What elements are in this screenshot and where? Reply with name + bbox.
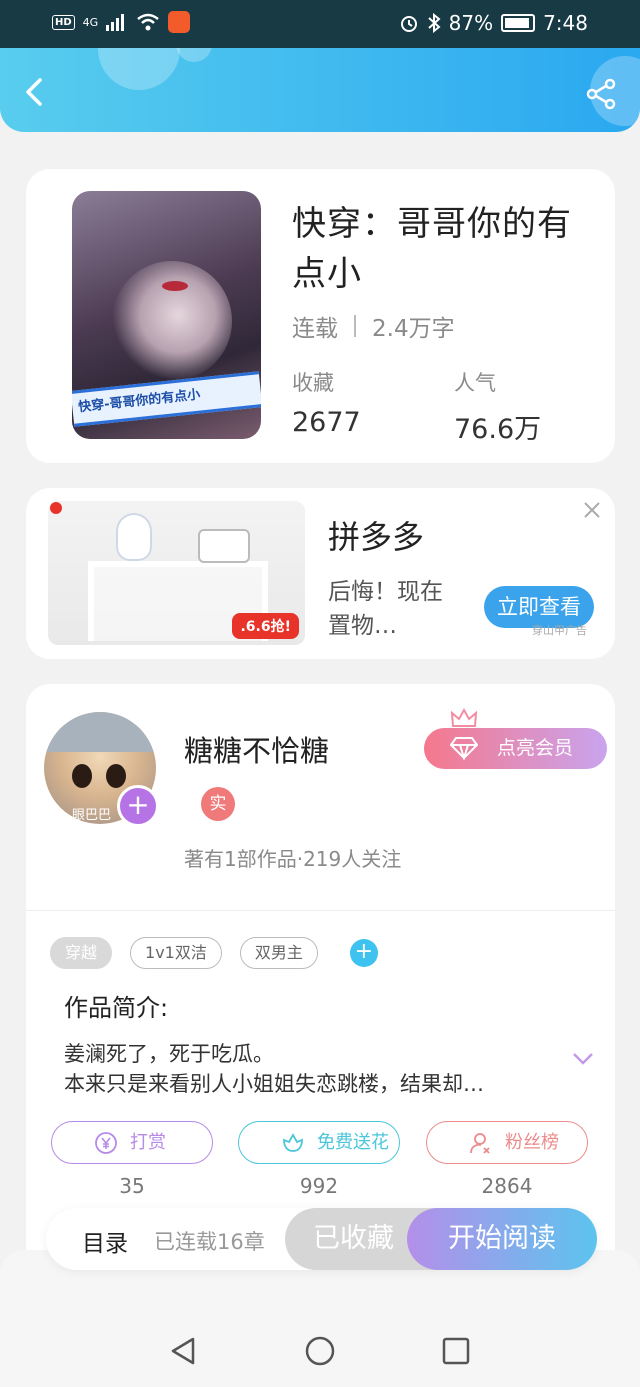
intro-line: 本来只是来看别人小姐姐失恋跳楼，结果却… — [64, 1072, 484, 1096]
start-reading-button[interactable]: 开始阅读 — [407, 1208, 597, 1270]
decor-bubble — [98, 48, 180, 90]
book-status: 连载 — [292, 316, 338, 342]
fans-user-icon — [470, 1133, 490, 1154]
clock: 7:48 — [543, 11, 588, 35]
book-info-card: 快穿-哥哥你的有点小 快穿：哥哥你的有点小 连载 2.4万字 收藏 人气 267… — [26, 169, 615, 463]
avatar-caption: 眼巴巴 — [72, 808, 112, 823]
stat-label-popularity: 人气 — [454, 371, 496, 395]
fan-ranking-label: 粉丝榜 — [505, 1132, 559, 1153]
alarm-icon — [400, 16, 417, 32]
intro-title: 作品简介: — [64, 994, 169, 1022]
book-word-count: 2.4万字 — [372, 316, 455, 342]
book-meta: 连载 2.4万字 — [292, 309, 455, 343]
app-icon — [168, 11, 191, 33]
cover-art — [112, 261, 232, 381]
stat-value-popularity: 76.6万 — [454, 414, 542, 445]
decor-bubble — [176, 48, 212, 62]
intro-text[interactable]: 姜澜死了，死于吃瓜。 本来只是来看别人小姐姐失恋跳楼，结果却… — [64, 1039, 559, 1099]
battery-percent: 87% — [448, 11, 494, 35]
home-circle-icon[interactable] — [305, 1336, 335, 1366]
divider — [26, 910, 615, 911]
yen-coin-icon — [95, 1132, 117, 1154]
reward-count: 35 — [119, 1174, 145, 1198]
recents-square-icon[interactable] — [441, 1336, 471, 1366]
ad-image-clock — [198, 529, 250, 563]
ad-card[interactable]: .6.6抢! 拼多多 后悔！现在置物… 立即查看 穿山甲广告 — [26, 488, 615, 659]
back-triangle-icon[interactable] — [168, 1336, 198, 1366]
ad-source-label: 穿山甲广告 — [532, 624, 587, 637]
send-flower-label: 免费送花 — [317, 1132, 389, 1153]
meta-divider — [354, 315, 356, 337]
wifi-icon — [137, 13, 159, 31]
signal-icon — [106, 14, 125, 31]
chevron-down-icon[interactable] — [572, 1052, 594, 1066]
catalog-button[interactable]: 目录 — [82, 1224, 128, 1258]
avatar-hat — [44, 712, 156, 752]
ad-description: 后悔！现在置物… — [328, 579, 443, 639]
verified-badge: 实 — [201, 787, 235, 821]
flower-icon — [283, 1133, 303, 1152]
status-bar: HD 4G 87% 7:48 — [0, 0, 640, 48]
top-header — [0, 48, 640, 132]
avatar-eye — [72, 764, 92, 788]
author-name[interactable]: 糖糖不恰糖 — [184, 728, 329, 770]
network-type: 4G — [82, 15, 99, 29]
diamond-icon — [450, 737, 478, 760]
share-icon[interactable] — [586, 78, 618, 110]
hd-badge: HD — [52, 14, 75, 30]
ad-image-toy — [116, 513, 152, 561]
add-tag-button[interactable]: + — [349, 939, 378, 967]
avatar-eye — [106, 764, 126, 788]
reward-label: 打赏 — [130, 1132, 166, 1153]
stat-value-favorites: 2677 — [292, 407, 361, 438]
crown-icon — [450, 708, 478, 727]
author-stats: 著有1部作品·219人关注 — [184, 847, 402, 871]
tag-chip[interactable]: 穿越 — [50, 937, 113, 969]
follow-plus-button[interactable]: + — [117, 785, 159, 827]
chevron-left-icon[interactable] — [18, 74, 54, 110]
reward-button[interactable]: 打赏 — [51, 1121, 213, 1164]
intro-line: 姜澜死了，死于吃瓜。 — [64, 1042, 274, 1066]
flower-count: 992 — [299, 1174, 339, 1198]
bottom-action-bar: 目录 已连载16章 已收藏 开始阅读 — [46, 1208, 597, 1270]
ad-image[interactable]: .6.6抢! — [48, 501, 305, 645]
book-cover[interactable]: 快穿-哥哥你的有点小 — [72, 191, 261, 439]
fan-ranking-button[interactable]: 粉丝榜 — [426, 1121, 588, 1164]
chapter-count[interactable]: 已连载16章 — [154, 1226, 265, 1256]
battery-icon — [501, 14, 536, 32]
close-icon[interactable] — [582, 500, 602, 520]
fan-count: 2864 — [481, 1174, 533, 1198]
send-flower-button[interactable]: 免费送花 — [238, 1121, 400, 1164]
author-card: 眼巴巴 + 糖糖不恰糖 实 著有1部作品·219人关注 点亮会员 穿越 1v1双… — [26, 684, 615, 1284]
system-nav-bar — [0, 1250, 640, 1387]
vip-button-label: 点亮会员 — [497, 737, 574, 759]
book-title: 快穿：哥哥你的有点小 — [292, 204, 572, 294]
ad-title: 拼多多 — [328, 518, 425, 556]
ad-promo-badge: .6.6抢! — [232, 613, 299, 639]
ad-brand-dot — [50, 502, 62, 514]
tag-chip[interactable]: 双男主 — [239, 937, 318, 969]
vip-button[interactable]: 点亮会员 — [424, 728, 607, 769]
stat-label-favorites: 收藏 — [292, 371, 334, 395]
cover-art-eye — [162, 281, 188, 291]
tag-list: 穿越 1v1双洁 双男主 + — [50, 937, 378, 969]
tag-chip[interactable]: 1v1双洁 — [130, 937, 222, 969]
bluetooth-icon — [427, 13, 441, 33]
